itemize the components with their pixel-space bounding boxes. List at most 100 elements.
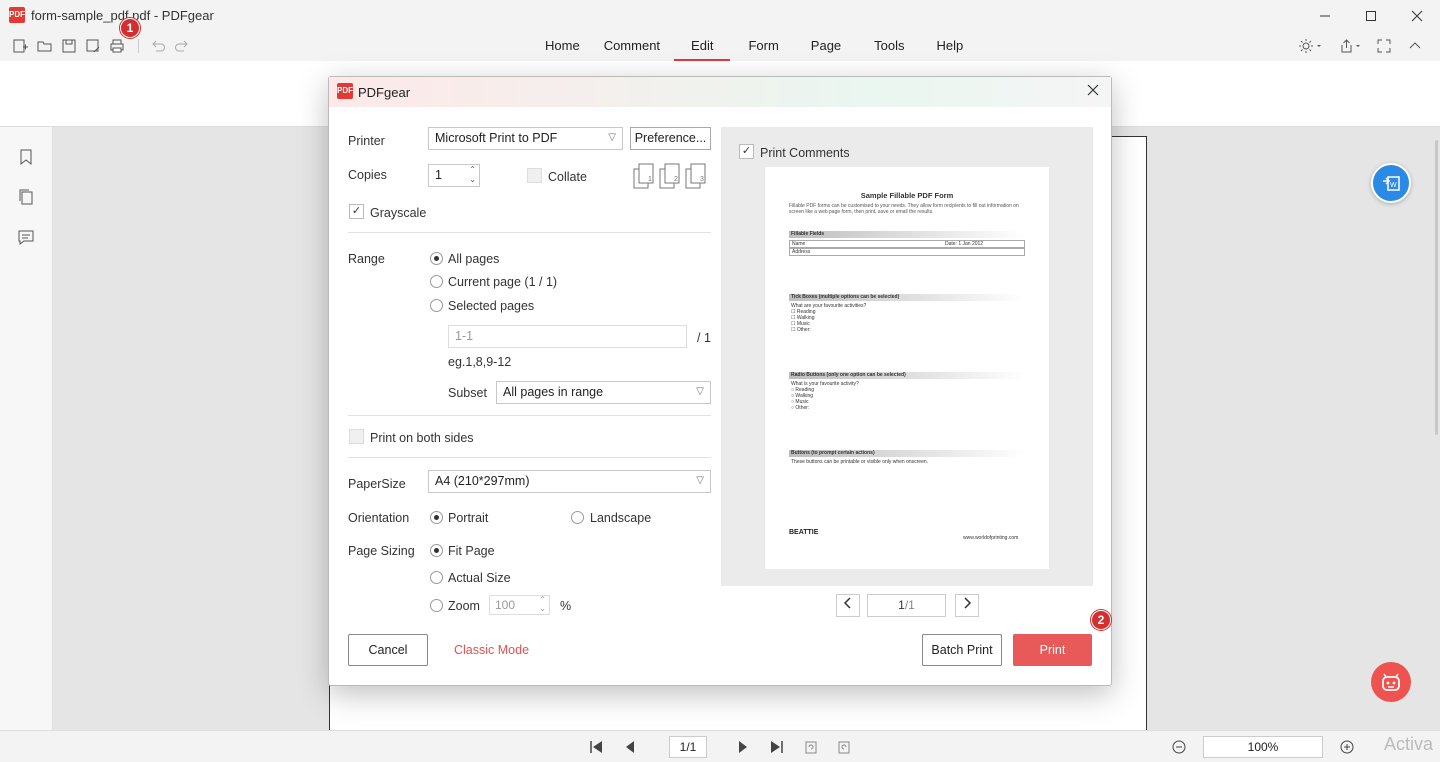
maximize-button[interactable] [1348,0,1394,31]
range-selected-label: Selected pages [448,299,535,313]
sheet-intro: Fillable PDF forms can be customised to … [789,203,1019,215]
range-all-label: All pages [448,252,500,266]
subset-select[interactable]: All pages in range ▽ [496,381,711,404]
sheet-section-1: Fillable Fields [789,231,1025,238]
preview-page-input[interactable]: 1/1 [867,594,946,617]
range-hint: eg.1,8,9-12 [448,355,512,369]
tab-form[interactable]: Form [734,31,792,61]
actual-size-radio[interactable] [430,571,443,584]
share-icon[interactable] [1338,37,1364,55]
landscape-label: Landscape [590,511,652,525]
svg-text:2: 2 [674,176,678,183]
page-number-input[interactable]: 1/1 [669,736,707,758]
ai-assistant-button[interactable] [1371,662,1411,702]
close-icon [1087,84,1099,96]
range-label: Range [348,252,385,266]
sheet-row-address: Address [789,248,1025,256]
redo-icon[interactable] [173,37,191,55]
both-sides-checkbox[interactable] [349,429,364,444]
portrait-radio[interactable] [430,511,443,524]
dialog-close-button[interactable] [1083,82,1103,102]
sheet-option: ☐ Other: [791,327,811,333]
step-marker-1: 1 [120,18,140,38]
tab-comment[interactable]: Comment [594,31,670,61]
convert-to-word-button[interactable]: W [1371,163,1411,203]
range-current-label: Current page (1 / 1) [448,275,558,289]
print-icon[interactable] [108,37,126,55]
print-comments-checkbox[interactable]: ✓ [739,144,754,159]
cancel-button[interactable]: Cancel [348,634,428,666]
svg-text:1: 1 [648,176,652,183]
open-folder-icon[interactable] [36,37,54,55]
papersize-select[interactable]: A4 (210*297mm) ▽ [428,470,711,493]
tab-tools[interactable]: Tools [859,31,919,61]
collapse-ribbon-icon[interactable] [1406,37,1424,55]
divider [348,232,711,233]
zoom-unit: % [560,599,572,613]
fullscreen-icon[interactable] [1375,37,1393,55]
bookmark-icon[interactable] [17,148,35,166]
zoom-level-input[interactable]: 100% [1203,736,1323,758]
tab-edit[interactable]: Edit [674,31,731,61]
grayscale-label: Grayscale [370,206,427,220]
preview-next-button[interactable] [955,594,979,617]
range-selected-radio[interactable] [430,299,443,312]
dialog-header: PDF PDFgear [329,77,1111,107]
new-file-icon[interactable] [11,37,29,55]
tab-page[interactable]: Page [797,31,855,61]
sheet-title: Sample Fillable PDF Form [860,191,954,200]
rotate-right-icon[interactable] [835,738,853,756]
range-total: / 1 [697,331,711,345]
classic-mode-link[interactable]: Classic Mode [454,643,529,657]
preview-prev-button[interactable] [836,594,860,617]
batch-print-button[interactable]: Batch Print [922,634,1002,666]
dialog-logo: PDF [337,83,353,99]
selected-pages-input[interactable]: 1-1 [448,325,687,348]
close-window-button[interactable] [1394,0,1440,31]
actual-size-label: Actual Size [448,571,511,585]
collate-checkbox[interactable] [527,168,542,183]
vertical-scrollbar[interactable] [1435,140,1438,435]
save-as-icon[interactable] [84,37,102,55]
save-icon[interactable] [60,37,78,55]
thumbnails-icon[interactable] [17,188,35,206]
print-dialog: PDF PDFgear Printer Microsoft Print to P… [328,76,1112,686]
zoom-stepper[interactable]: 100 ⌃ ⌄ [489,595,550,615]
landscape-radio[interactable] [571,511,584,524]
tab-help[interactable]: Help [924,31,977,61]
print-button[interactable]: Print [1013,634,1092,666]
zoom-radio[interactable] [430,599,443,612]
stepper-arrows-icon: ⌃ ⌄ [539,595,546,613]
divider [348,415,711,416]
copies-value: 1 [435,168,442,182]
undo-icon[interactable] [149,37,167,55]
divider [348,457,711,458]
both-sides-label: Print on both sides [370,431,474,445]
previous-page-icon[interactable] [621,738,639,756]
range-all-radio[interactable] [430,252,443,265]
copies-stepper[interactable]: 1 ⌃ ⌄ [428,164,480,187]
first-page-icon[interactable] [587,738,605,756]
tab-home[interactable]: Home [535,31,590,61]
last-page-icon[interactable] [768,738,786,756]
printer-label: Printer [348,134,385,148]
comments-icon[interactable] [17,228,35,246]
chevron-down-icon: ▽ [696,386,704,397]
theme-icon[interactable] [1298,37,1324,55]
preview-page: 1 [898,598,905,612]
zoom-in-icon[interactable] [1338,738,1356,756]
grayscale-checkbox[interactable]: ✓ [349,204,364,219]
rotate-left-icon[interactable] [802,738,820,756]
minimize-button[interactable] [1302,0,1348,31]
status-bar: 1/1 100% Activa [0,730,1440,762]
svg-text:W: W [1390,182,1397,189]
next-page-icon[interactable] [734,738,752,756]
portrait-label: Portrait [448,511,489,525]
preview-sheet: Sample Fillable PDF Form Fillable PDF fo… [765,167,1049,569]
close-icon [1411,10,1423,21]
zoom-out-icon[interactable] [1170,738,1188,756]
preferences-button[interactable]: Preference... [630,127,711,150]
printer-select[interactable]: Microsoft Print to PDF ▽ [428,127,623,150]
fit-page-radio[interactable] [430,544,443,557]
range-current-radio[interactable] [430,275,443,288]
